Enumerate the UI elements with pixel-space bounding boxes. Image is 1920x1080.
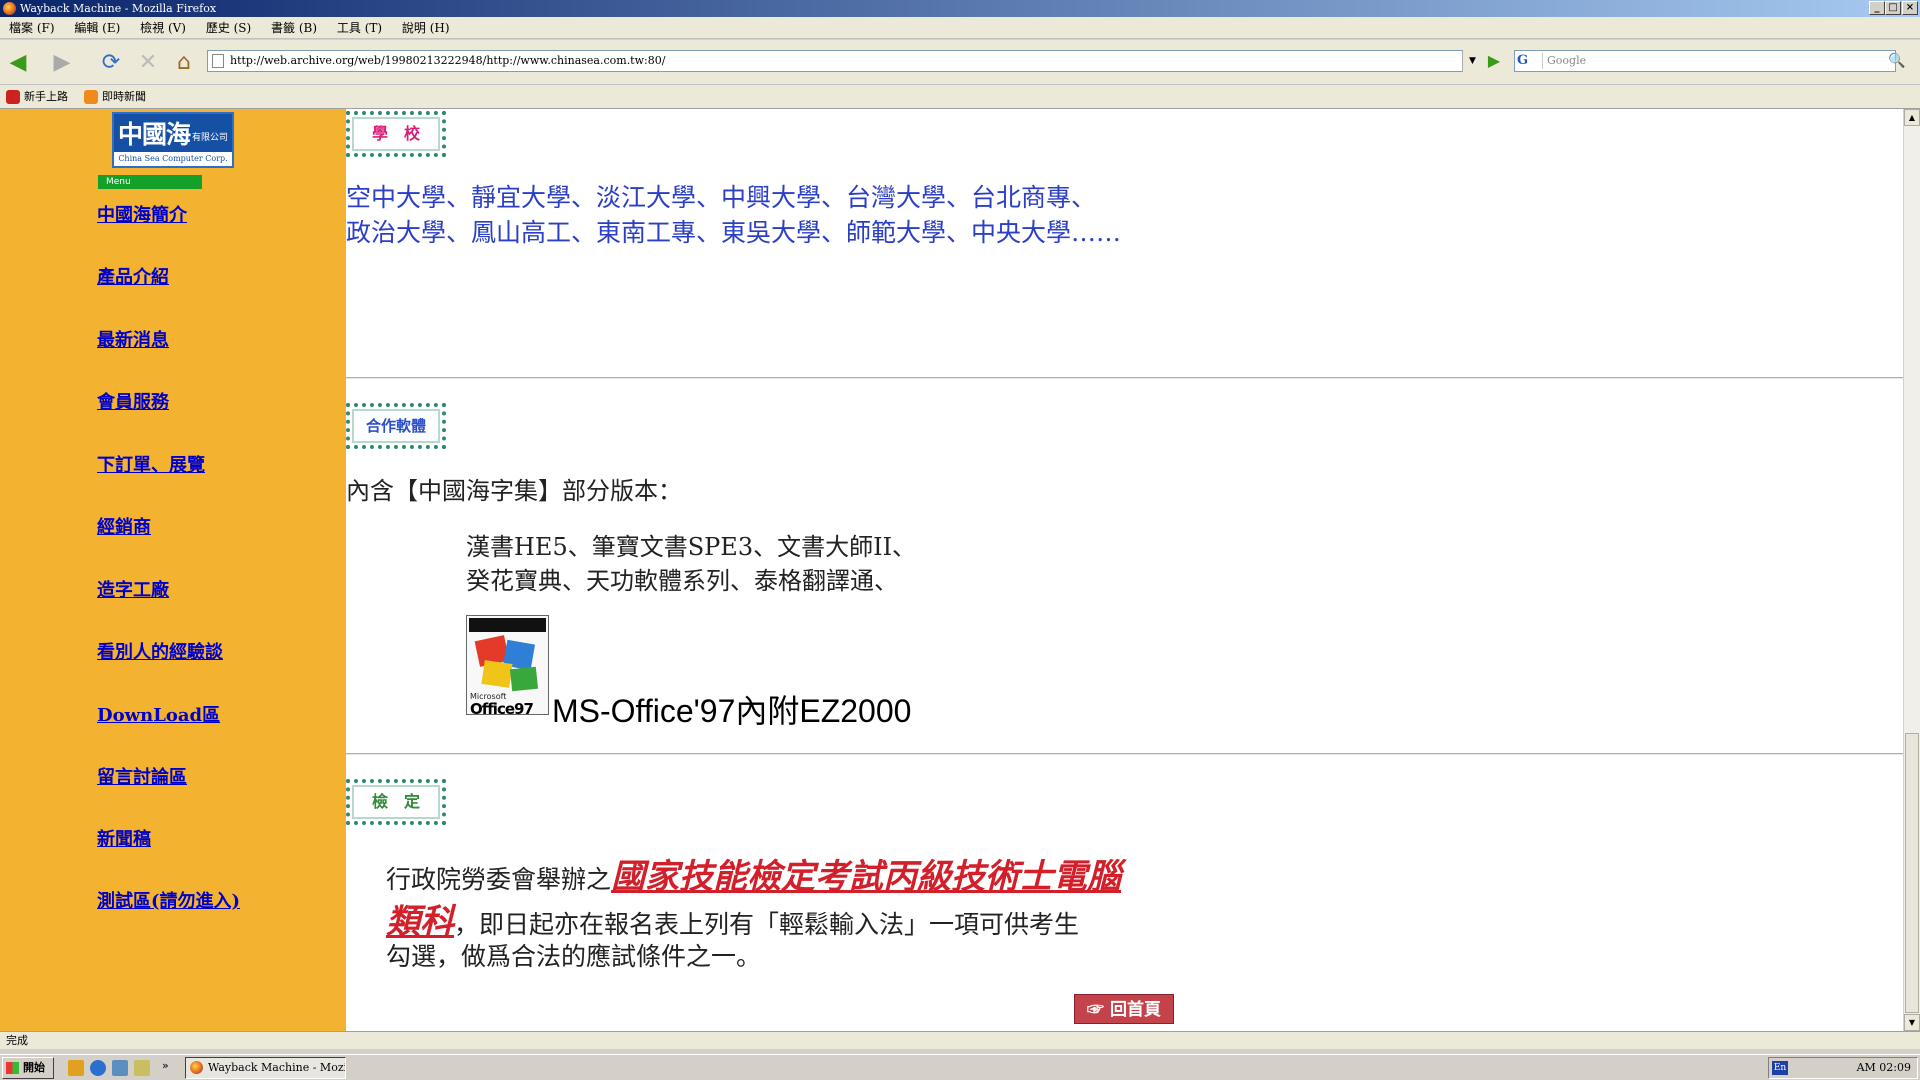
go-icon[interactable]: ▶ [1484, 51, 1504, 71]
nav-dealers[interactable]: 經銷商 [97, 513, 151, 539]
bookmark-label: 新手上路 [24, 90, 68, 103]
office-caption: MS-Office'97內附EZ2000 [552, 693, 912, 729]
windows-logo-icon [6, 1062, 19, 1074]
bookmark-news[interactable]: 即時新聞 [84, 85, 146, 109]
minimize-button[interactable]: _ [1869, 1, 1885, 15]
cert-line-2: 類科，即日起亦在報名表上列有「輕鬆輸入法」一項可供考生 [386, 894, 1079, 943]
start-button[interactable]: 開始 [2, 1057, 54, 1079]
window-title: Wayback Machine - Mozilla Firefox [20, 2, 217, 15]
task-label: Wayback Machine - Mozill... [208, 1061, 346, 1074]
schools-line-1: 空中大學、靜宜大學、淡江大學、中興大學、台灣大學、台北商專、 [346, 183, 1097, 212]
back-icon[interactable]: ◀ [4, 48, 32, 76]
china-sea-logo[interactable]: 中國海 有限公司 China Sea Computer Corp. [112, 112, 234, 168]
menu-tools[interactable]: 工具 (T) [330, 17, 389, 39]
google-engine-icon[interactable]: G [1517, 53, 1543, 69]
scroll-thumb[interactable] [1905, 733, 1919, 1013]
clock[interactable]: AM 02:09 [1857, 1058, 1911, 1078]
quicklaunch-app-icon[interactable] [134, 1060, 150, 1076]
search-placeholder: Google [1547, 54, 1587, 67]
firefox-icon [3, 2, 16, 15]
cert-line-1: 行政院勞委會舉辦之國家技能檢定考試丙級技術士電腦 [386, 849, 1121, 898]
nav-download[interactable]: DownLoad區 [97, 701, 220, 727]
nav-news[interactable]: 最新消息 [97, 326, 169, 352]
nav-press[interactable]: 新聞稿 [97, 825, 151, 851]
schools-line-2: 政治大學、鳳山高工、東南工專、東吳大學、師範大學、中央大學…… [346, 218, 1122, 247]
badge-schools: 學 校 [346, 111, 446, 157]
bookmarks-bar: 新手上路 即時新聞 [0, 85, 1920, 109]
logo-subtitle: China Sea Computer Corp. [114, 152, 232, 166]
badge-certification: 檢 定 [346, 779, 446, 825]
nav-font-factory[interactable]: 造字工廠 [97, 576, 169, 602]
os-taskbar: 開始 » Wayback Machine - Mozill... En AM 0… [0, 1054, 1920, 1080]
status-text: 完成 [6, 1034, 28, 1047]
quicklaunch-more[interactable]: » [162, 1059, 169, 1072]
back-home-button[interactable]: ☞ 回首頁 [1074, 994, 1174, 1024]
page-icon [212, 54, 224, 68]
menu-tag: Menu [98, 175, 202, 189]
vertical-scrollbar[interactable]: ▲ ▼ [1903, 109, 1920, 1031]
bookmark-label: 即時新聞 [102, 90, 146, 103]
office97-box-image: Microsoft Office97 [466, 615, 549, 718]
status-bar: 完成 [0, 1031, 1920, 1049]
nav-test-area[interactable]: 測試區(請勿進入) [97, 887, 240, 913]
search-input[interactable]: G Google [1514, 50, 1896, 72]
nav-about[interactable]: 中國海簡介 [97, 201, 187, 227]
menu-edit[interactable]: 編輯 (E) [67, 17, 127, 39]
sidebar: 中國海 有限公司 China Sea Computer Corp. Menu 中… [0, 109, 346, 1031]
taskbar-firefox-window[interactable]: Wayback Machine - Mozill... [185, 1057, 346, 1079]
quicklaunch-media-icon[interactable] [68, 1060, 84, 1076]
nav-testimonials[interactable]: 看別人的經驗談 [97, 638, 223, 664]
divider [346, 753, 1903, 755]
scroll-up-icon[interactable]: ▲ [1904, 109, 1920, 126]
menu-file[interactable]: 檔案 (F) [2, 17, 62, 39]
maximize-button[interactable]: □ [1885, 1, 1901, 15]
logo-small-text: 有限公司 [192, 133, 229, 143]
divider [346, 377, 1903, 379]
cert-text: ，即日起亦在報名表上列有「輕鬆輸入法」一項可供考生 [454, 910, 1080, 939]
start-label: 開始 [23, 1061, 45, 1074]
menu-bookmarks[interactable]: 書籤 (B) [264, 17, 324, 39]
cert-link-cont[interactable]: 類科 [386, 902, 454, 942]
software-line-1: 漢書HE5、筆寶文書SPE3、文書大師II、 [466, 533, 917, 561]
quicklaunch-desktop-icon[interactable] [112, 1060, 128, 1076]
window-title-bar: Wayback Machine - Mozilla Firefox _ □ × [0, 0, 1920, 17]
badge-software: 合作軟體 [346, 403, 446, 449]
nav-products[interactable]: 產品介紹 [97, 263, 169, 289]
quicklaunch-ie-icon[interactable] [90, 1060, 106, 1076]
menu-help[interactable]: 說明 (H) [395, 17, 457, 39]
cert-link[interactable]: 國家技能檢定考試丙級技術士電腦 [611, 857, 1121, 897]
nav-members[interactable]: 會員服務 [97, 388, 169, 414]
menu-bar: 檔案 (F) 編輯 (E) 檢視 (V) 歷史 (S) 書籤 (B) 工具 (T… [0, 17, 1920, 39]
nav-order[interactable]: 下訂單、展覽 [97, 451, 205, 477]
close-button[interactable]: × [1902, 1, 1918, 15]
software-intro: 內含【中國海字集】部分版本： [346, 477, 682, 505]
system-tray: En AM 02:09 [1768, 1057, 1918, 1079]
cert-prefix: 行政院勞委會舉辦之 [386, 865, 612, 894]
nav-toolbar: ◀ ▶ ⟳ ✕ ⌂ http://web.archive.org/web/199… [0, 40, 1920, 85]
rss-icon [84, 90, 98, 104]
url-dropdown-icon[interactable]: ▼ [1462, 50, 1482, 72]
menu-history[interactable]: 歷史 (S) [199, 17, 258, 39]
nav-forum[interactable]: 留言討論區 [97, 763, 187, 789]
firefox-icon [190, 1061, 203, 1074]
url-text: http://web.archive.org/web/1998021322294… [230, 54, 666, 67]
scroll-down-icon[interactable]: ▼ [1904, 1014, 1920, 1031]
cert-line-3: 勾選，做爲合法的應試條件之一。 [386, 942, 762, 971]
reload-icon[interactable]: ⟳ [97, 48, 125, 76]
logo-text: 中國海 [118, 120, 191, 149]
input-language-icon[interactable]: En [1772, 1061, 1788, 1075]
url-bar[interactable]: http://web.archive.org/web/1998021322294… [207, 50, 1482, 72]
bookmark-getting-started[interactable]: 新手上路 [6, 85, 68, 109]
office-box-big-text: Office97 [470, 700, 534, 718]
software-line-2: 癸花寶典、天功軟體系列、泰格翻譯通、 [466, 567, 898, 595]
bookmark-icon [6, 90, 20, 104]
page-content: 中國海 有限公司 China Sea Computer Corp. Menu 中… [0, 109, 1920, 1031]
main-content: 學 校 空中大學、靜宜大學、淡江大學、中興大學、台灣大學、台北商專、 政治大學、… [346, 109, 1903, 1031]
menu-view[interactable]: 檢視 (V) [133, 17, 193, 39]
search-icon[interactable]: 🔍 [1886, 50, 1908, 72]
home-icon[interactable]: ⌂ [170, 48, 198, 76]
stop-icon[interactable]: ✕ [134, 48, 162, 76]
forward-icon[interactable]: ▶ [48, 48, 76, 76]
